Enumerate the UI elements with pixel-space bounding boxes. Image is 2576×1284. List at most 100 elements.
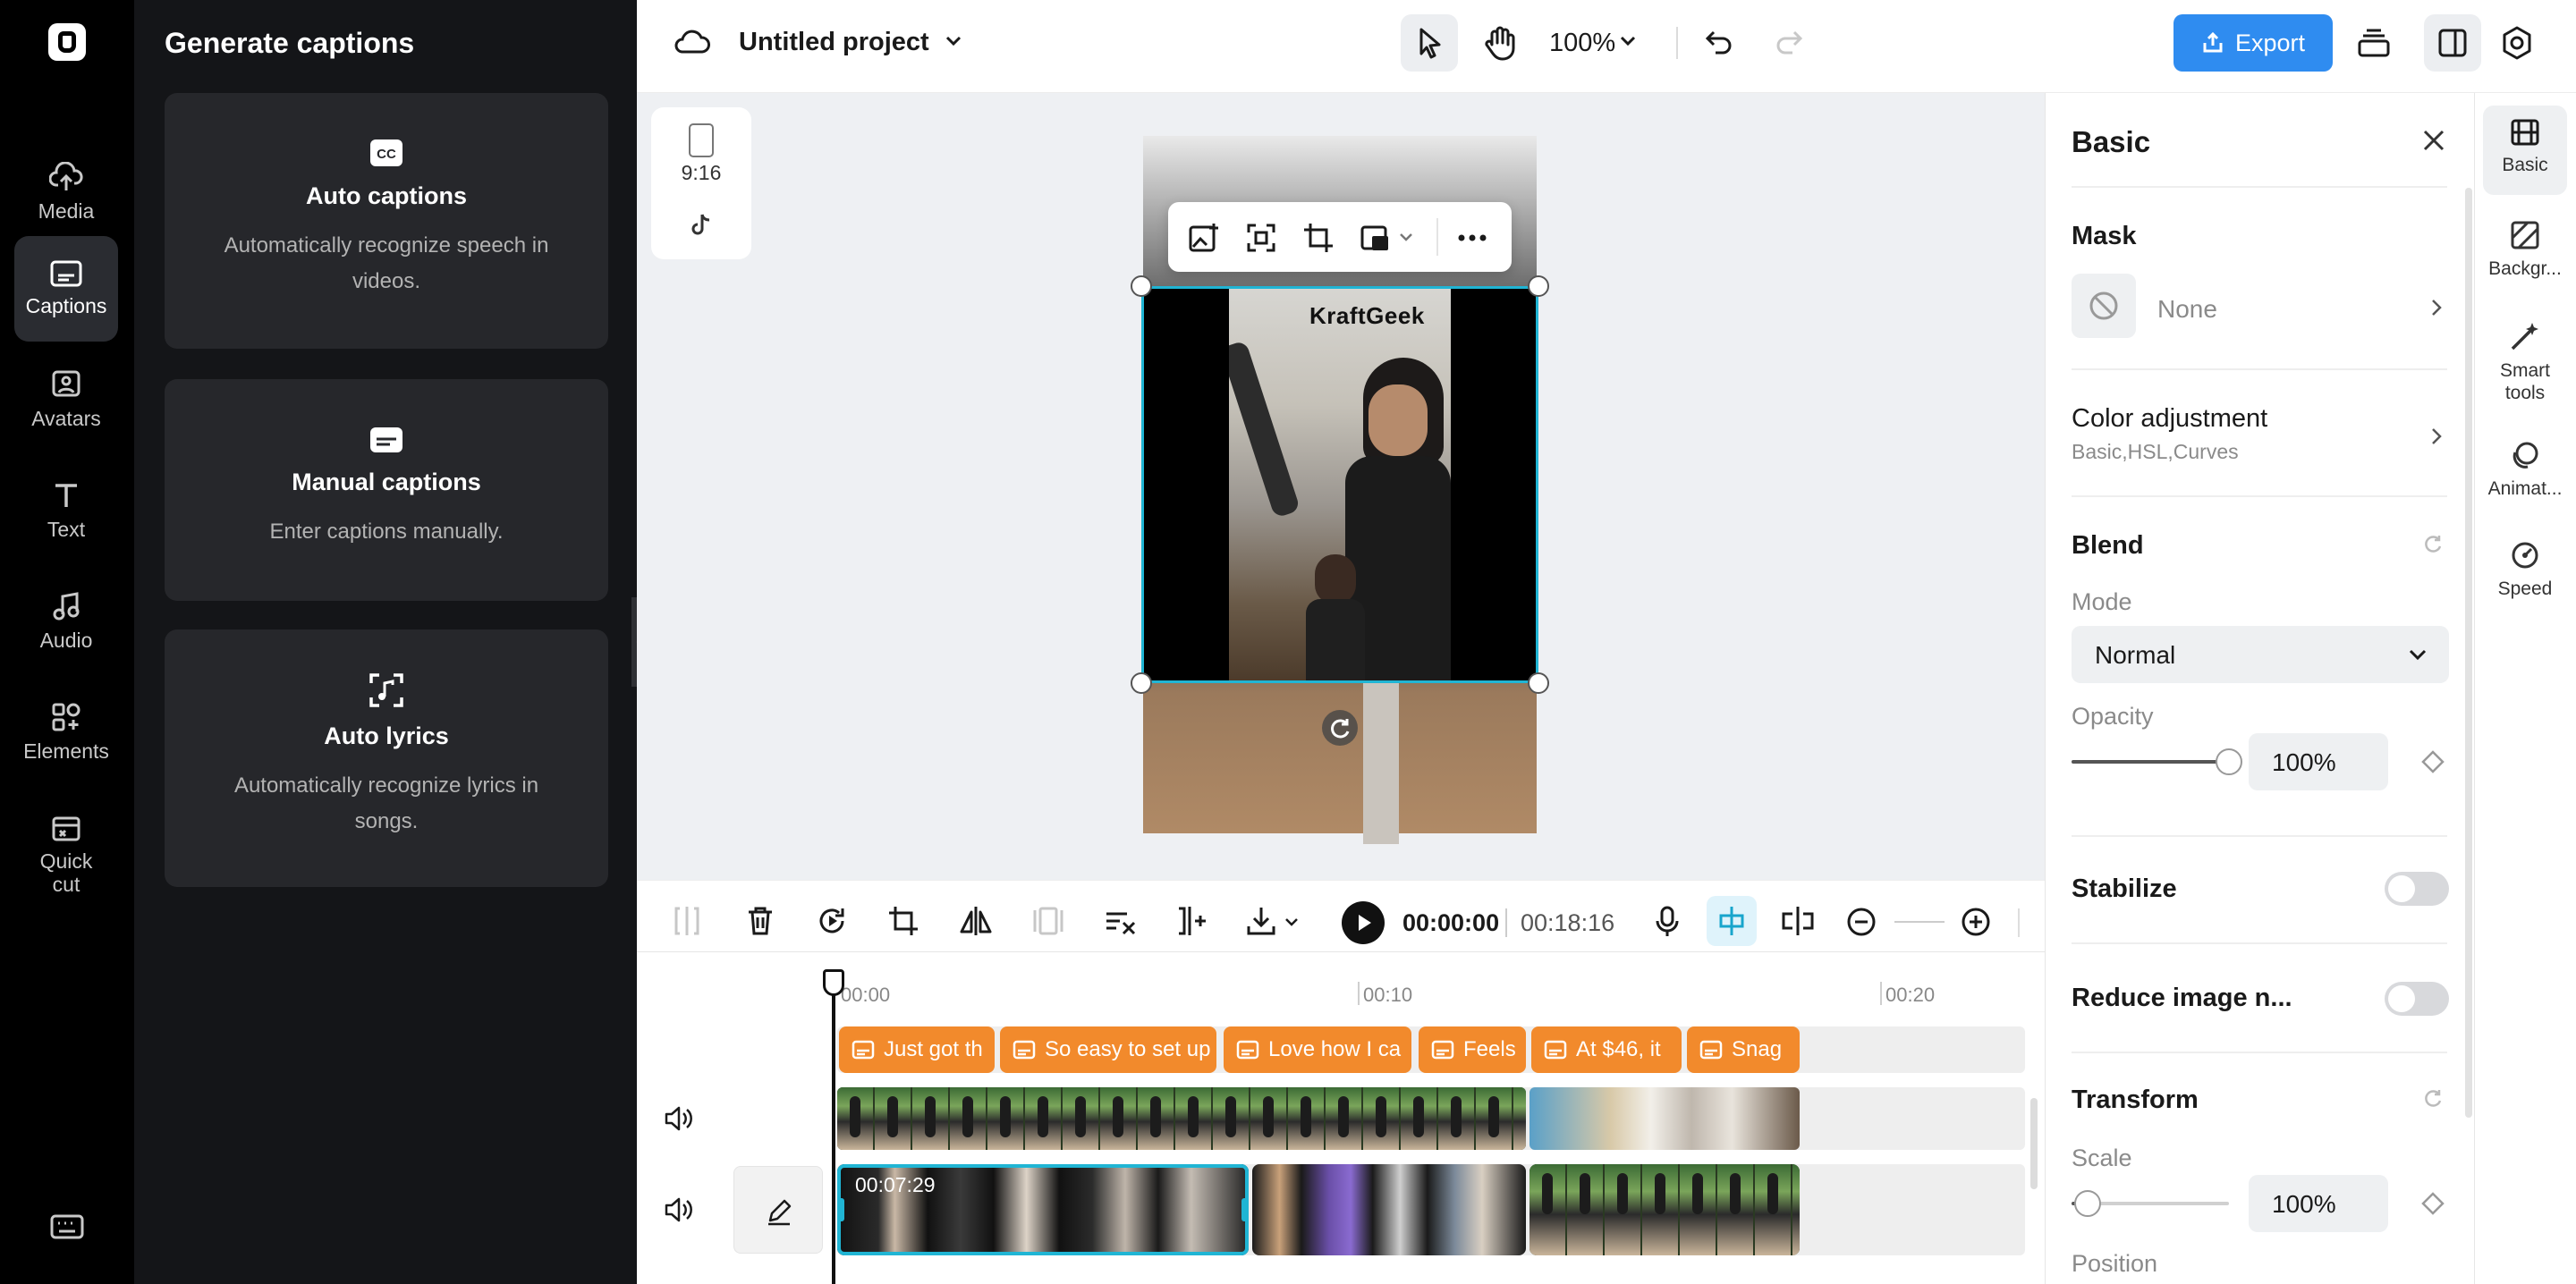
tab-animation[interactable]: Animat... (2474, 440, 2576, 500)
scale-input[interactable]: 100% (2249, 1175, 2388, 1232)
caption-clip[interactable]: Snag (1687, 1026, 1800, 1073)
selection-box[interactable] (1141, 286, 1538, 683)
project-menu-button[interactable] (943, 32, 964, 50)
crop-icon[interactable] (1302, 222, 1335, 254)
rail-media[interactable]: Media (14, 139, 118, 245)
hand-tool-button[interactable] (1472, 14, 1530, 72)
redo-button[interactable] (1773, 25, 1805, 57)
more-icon[interactable] (1454, 222, 1490, 254)
scale-slider[interactable] (2072, 1190, 2229, 1217)
keyboard-shortcuts-button[interactable] (50, 1214, 84, 1239)
chevron-right-icon[interactable] (2428, 297, 2445, 318)
cloud-save-button[interactable] (674, 27, 710, 57)
mask-thumb[interactable] (2072, 274, 2136, 338)
video-clip[interactable] (837, 1087, 1526, 1150)
rail-text[interactable]: Text (14, 458, 118, 563)
resize-handle-tr[interactable] (1528, 275, 1549, 297)
reset-icon[interactable] (2420, 1085, 2445, 1111)
microphone-icon[interactable] (1653, 905, 1682, 939)
adjust-icon[interactable] (1104, 905, 1138, 937)
zoom-out-icon[interactable] (1846, 907, 1877, 937)
opacity-input[interactable]: 100% (2249, 733, 2388, 790)
playhead[interactable] (832, 971, 835, 1284)
reset-icon[interactable] (2420, 531, 2445, 556)
current-time: 00:00:00 (1402, 909, 1500, 936)
volume-icon[interactable] (664, 1196, 694, 1223)
avatar-icon (52, 370, 80, 397)
export-button[interactable]: Export (2174, 14, 2333, 72)
cover-edit-button[interactable] (733, 1166, 823, 1254)
replay-icon[interactable] (816, 905, 848, 937)
chevron-down-icon[interactable] (1283, 914, 1301, 932)
download-icon[interactable] (1245, 905, 1277, 937)
caption-clip[interactable]: At $46, it (1531, 1026, 1682, 1073)
chevron-right-icon[interactable] (2428, 426, 2445, 447)
remove-background-icon[interactable] (1360, 222, 1392, 254)
properties-scrollbar[interactable] (2465, 188, 2472, 1118)
delete-icon[interactable] (746, 905, 775, 937)
caption-clip[interactable]: Love how I ca (1224, 1026, 1411, 1073)
resize-handle-tl[interactable] (1131, 275, 1152, 297)
close-icon[interactable] (2420, 127, 2447, 154)
layout-toggle-button[interactable] (2424, 14, 2481, 72)
tab-background[interactable]: Backgr... (2474, 220, 2576, 280)
rail-avatars[interactable]: Avatars (14, 347, 118, 452)
rotate-handle[interactable] (1322, 710, 1358, 746)
keyframe-icon[interactable] (2420, 749, 2445, 774)
auto-lyrics-card[interactable]: Auto lyrics Automatically recognize lyri… (165, 629, 608, 887)
mask-value[interactable]: None (2157, 295, 2217, 324)
video-clip[interactable] (1252, 1164, 1526, 1255)
zoom-in-icon[interactable] (1961, 907, 1991, 937)
reduce-noise-toggle[interactable] (2385, 982, 2449, 1016)
playhead-handle[interactable] (823, 969, 844, 996)
text-icon (55, 484, 77, 507)
timeline-scrollbar[interactable] (2030, 1098, 2038, 1189)
tab-smart-tools[interactable]: Smart tools (2474, 320, 2576, 404)
stabilize-toggle[interactable] (2385, 872, 2449, 906)
stack-button[interactable] (2356, 25, 2392, 61)
rail-quick-cut[interactable]: Quick cut (14, 798, 118, 914)
flip-icon[interactable] (959, 905, 993, 937)
zoom-menu-button[interactable] (1617, 32, 1639, 50)
volume-icon[interactable] (664, 1105, 694, 1132)
trim-icon[interactable] (1175, 905, 1208, 937)
caption-clip[interactable]: Feels (1419, 1026, 1526, 1073)
chevron-down-icon[interactable] (1397, 229, 1415, 247)
blend-mode-select[interactable]: Normal (2072, 626, 2449, 683)
video-clip[interactable] (1530, 1087, 1800, 1150)
play-button[interactable] (1342, 901, 1385, 944)
video-clip[interactable] (1530, 1164, 1800, 1255)
project-title[interactable]: Untitled project (739, 28, 929, 57)
tab-basic[interactable]: Basic (2474, 118, 2576, 176)
split-track-icon[interactable] (1780, 905, 1816, 937)
freeze-icon[interactable] (1032, 905, 1064, 937)
color-adjustment-label[interactable]: Color adjustment (2072, 404, 2267, 434)
zoom-level[interactable]: 100% (1549, 29, 1615, 58)
film-icon (2511, 119, 2539, 146)
clip-trim-handle-left[interactable] (837, 1198, 844, 1221)
keyframe-icon[interactable] (2420, 1191, 2445, 1216)
caption-clip[interactable]: Just got th (839, 1026, 995, 1073)
magnet-snap-button[interactable] (1707, 896, 1757, 946)
undo-button[interactable] (1703, 25, 1735, 57)
replace-image-icon[interactable] (1188, 222, 1220, 254)
rail-audio[interactable]: Audio (14, 569, 118, 674)
timeline-zoom-slider[interactable] (1894, 921, 1945, 923)
resize-handle-bl[interactable] (1131, 672, 1152, 694)
crop-icon[interactable] (887, 905, 919, 937)
settings-button[interactable] (2499, 25, 2535, 61)
split-icon[interactable] (673, 905, 701, 937)
app-logo[interactable] (48, 23, 86, 61)
clip-trim-handle-right[interactable] (1241, 1198, 1249, 1221)
resize-handle-br[interactable] (1528, 672, 1549, 694)
auto-captions-card[interactable]: CC Auto captions Automatically recognize… (165, 93, 608, 349)
manual-captions-card[interactable]: Manual captions Enter captions manually. (165, 379, 608, 601)
rail-captions[interactable]: Captions (14, 236, 118, 342)
aspect-ratio-card[interactable]: 9:16 (651, 107, 751, 259)
opacity-slider[interactable] (2072, 748, 2242, 775)
tab-speed[interactable]: Speed (2474, 540, 2576, 600)
rail-elements[interactable]: Elements (14, 680, 118, 785)
select-tool-button[interactable] (1401, 14, 1458, 72)
caption-clip[interactable]: So easy to set up (1000, 1026, 1216, 1073)
focus-frame-icon[interactable] (1245, 222, 1277, 254)
